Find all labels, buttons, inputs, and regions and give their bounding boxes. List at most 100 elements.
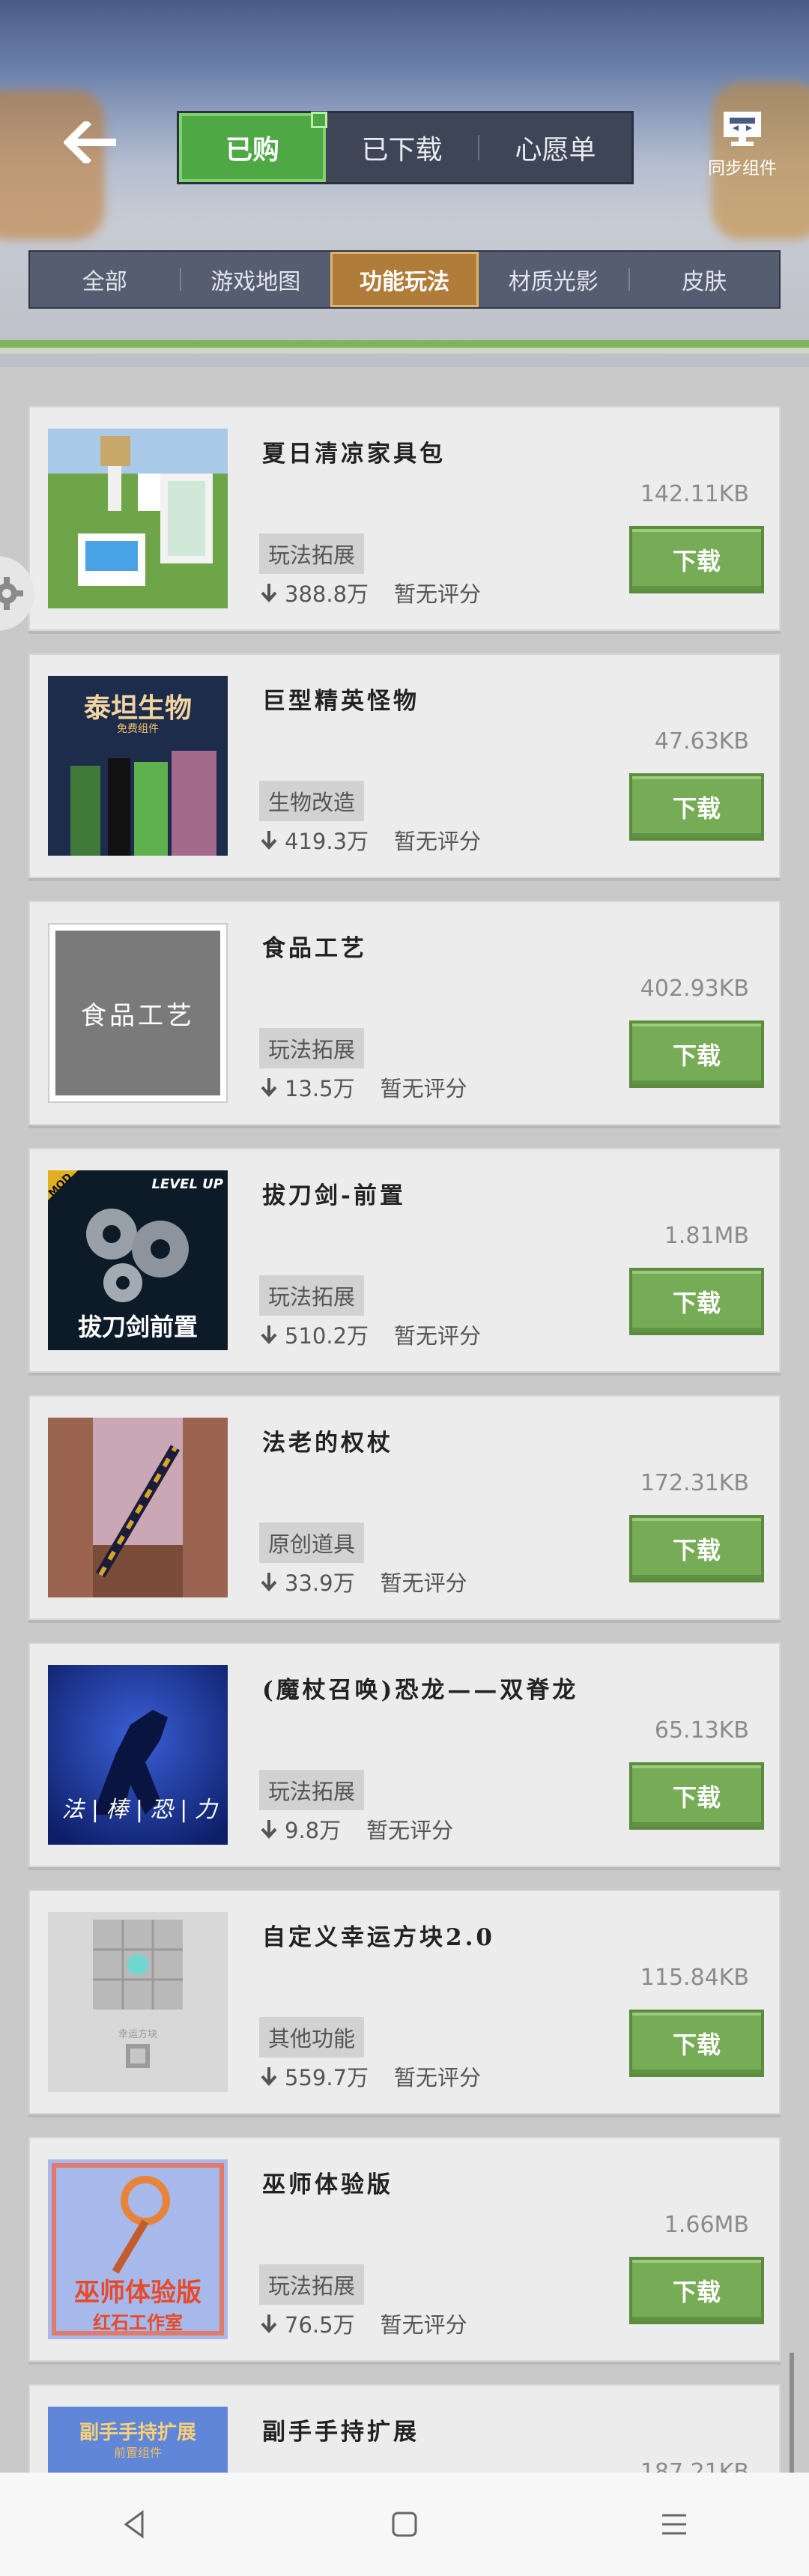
item-downloads: 13.5万 bbox=[285, 1076, 355, 1101]
download-button[interactable]: 下载 bbox=[629, 1021, 764, 1088]
item-title[interactable]: 法老的权杖 bbox=[262, 1424, 393, 1457]
tab-purchased-label: 已购 bbox=[225, 135, 279, 166]
item-rating: 暂无评分 bbox=[380, 1570, 467, 1596]
download-count-icon bbox=[261, 2067, 277, 2086]
item-downloads: 33.9万 bbox=[285, 1570, 355, 1596]
header-divider-shadow bbox=[0, 348, 809, 354]
item-thumbnail: 法 | 棒 | 恐 | 力 bbox=[48, 1665, 228, 1845]
item-size: 65.13KB bbox=[654, 1717, 749, 1744]
item-category-tag: 其他功能 bbox=[259, 2017, 365, 2058]
item-category-tag: 玩法拓展 bbox=[259, 1275, 365, 1316]
item-rating: 暂无评分 bbox=[380, 1076, 467, 1101]
item-rating: 暂无评分 bbox=[394, 1323, 482, 1349]
download-button[interactable]: 下载 bbox=[629, 1268, 764, 1335]
item-downloads: 9.8万 bbox=[285, 1818, 342, 1843]
nav-home-button[interactable] bbox=[360, 2487, 449, 2562]
thumbnail-title-text: 法 | 棒 | 恐 | 力 bbox=[61, 1797, 217, 1823]
list-item[interactable]: 幸运方块 自定义幸运方块2.0 115.84KB 其他功能 559.7万 暂无评… bbox=[28, 1890, 781, 2114]
back-button[interactable] bbox=[54, 112, 126, 172]
item-size: 115.84KB bbox=[640, 1965, 749, 1991]
item-thumbnail: 泰坦生物 免费组件 bbox=[48, 676, 228, 856]
item-size: 1.81MB bbox=[664, 1223, 749, 1249]
item-thumbnail: MOD LEVEL UP 拔刀剑前置 bbox=[48, 1170, 228, 1350]
header-banner: 已购 已下载 心愿单 同步组件 全部 游戏地图 功能玩法 材质光影 皮肤 bbox=[0, 0, 809, 367]
thumbnail-title-text: 副手手持扩展 bbox=[79, 2422, 196, 2444]
item-title[interactable]: 夏日清凉家具包 bbox=[262, 435, 446, 468]
item-downloads: 388.8万 bbox=[285, 581, 369, 607]
item-title[interactable]: 巫师体验版 bbox=[262, 2165, 393, 2199]
download-count-icon bbox=[261, 831, 277, 850]
furniture-thumbnail-image bbox=[48, 429, 228, 608]
nav-back-button[interactable] bbox=[90, 2487, 180, 2562]
download-button[interactable]: 下载 bbox=[629, 2257, 764, 2324]
list-item[interactable]: 法老的权杖 172.31KB 原创道具 33.9万 暂无评分 下载 bbox=[28, 1395, 781, 1620]
list-item[interactable]: 泰坦生物 免费组件 巨型精英怪物 47.63KB 生物改造 419.3万 暂无评… bbox=[28, 653, 781, 878]
item-category-tag: 原创道具 bbox=[259, 1523, 365, 1563]
pharaoh-scepter-thumbnail-image bbox=[48, 1418, 228, 1597]
tab-textures[interactable]: 材质光影 bbox=[479, 252, 628, 307]
download-button[interactable]: 下载 bbox=[629, 526, 764, 593]
tab-gameplay[interactable]: 功能玩法 bbox=[330, 252, 479, 307]
top-tab-bar: 已购 已下载 心愿单 bbox=[177, 111, 634, 184]
category-tab-bar: 全部 游戏地图 功能玩法 材质光影 皮肤 bbox=[28, 250, 781, 309]
download-button[interactable]: 下载 bbox=[629, 773, 764, 841]
tab-corner-decoration bbox=[311, 112, 327, 128]
thumbnail-caption-text: 幸运方块 bbox=[118, 2029, 157, 2040]
list-item[interactable]: 法 | 棒 | 恐 | 力 (魔杖召唤)恐龙——双脊龙 65.13KB 玩法拓展… bbox=[28, 1642, 781, 1867]
tab-wishlist[interactable]: 心愿单 bbox=[479, 113, 631, 182]
download-count-icon bbox=[261, 1078, 277, 1097]
item-size: 47.63KB bbox=[654, 728, 749, 755]
thumbnail-title-text: 巫师体验版 bbox=[74, 2278, 202, 2308]
item-title[interactable]: 食品工艺 bbox=[262, 929, 367, 963]
download-count-icon bbox=[261, 1325, 277, 1344]
square-home-icon bbox=[392, 2512, 417, 2537]
tab-textures-label: 材质光影 bbox=[508, 269, 599, 295]
lucky-block-thumbnail-image bbox=[48, 1912, 228, 2092]
list-item[interactable]: 巫师体验版 红石工作室 巫师体验版 1.66MB 玩法拓展 76.5万 暂无评分… bbox=[28, 2137, 781, 2362]
item-rating: 暂无评分 bbox=[394, 2065, 482, 2090]
download-count-icon bbox=[261, 1820, 277, 1839]
item-downloads: 76.5万 bbox=[285, 2312, 355, 2338]
item-title[interactable]: 拔刀剑-前置 bbox=[262, 1176, 406, 1210]
item-thumbnail: 幸运方块 bbox=[48, 1912, 228, 2092]
item-size: 402.93KB bbox=[640, 976, 749, 1002]
download-button[interactable]: 下载 bbox=[629, 2010, 764, 2077]
list-item[interactable]: MOD LEVEL UP 拔刀剑前置 拔刀剑-前置 1.81MB 玩法拓展 51… bbox=[28, 1148, 781, 1373]
header-divider bbox=[0, 340, 809, 348]
item-meta: 76.5万 暂无评分 bbox=[259, 2308, 467, 2339]
item-title[interactable]: 副手手持扩展 bbox=[262, 2413, 419, 2446]
item-category-tag: 玩法拓展 bbox=[259, 533, 365, 574]
item-thumbnail bbox=[48, 1418, 228, 1597]
item-title[interactable]: 自定义幸运方块2.0 bbox=[262, 1918, 495, 1952]
nav-menu-button[interactable] bbox=[629, 2487, 719, 2562]
item-category-tag: 玩法拓展 bbox=[259, 2264, 365, 2305]
thumbnail-subtitle-text: 免费组件 bbox=[117, 723, 159, 735]
sync-components-button[interactable]: 同步组件 bbox=[694, 103, 791, 186]
download-button[interactable]: 下载 bbox=[629, 1515, 764, 1582]
item-size: 142.11KB bbox=[640, 481, 749, 507]
item-rating: 暂无评分 bbox=[394, 581, 482, 607]
tab-all[interactable]: 全部 bbox=[30, 252, 180, 307]
item-downloads: 419.3万 bbox=[285, 829, 369, 854]
item-thumbnail bbox=[48, 429, 228, 608]
item-meta: 388.8万 暂无评分 bbox=[259, 577, 481, 608]
item-downloads: 510.2万 bbox=[285, 1323, 369, 1349]
tab-wishlist-label: 心愿单 bbox=[515, 135, 596, 166]
download-button[interactable]: 下载 bbox=[629, 1762, 764, 1830]
item-size: 172.31KB bbox=[640, 1470, 749, 1496]
item-category-tag: 生物改造 bbox=[259, 781, 365, 821]
thumbnail-title-text: 泰坦生物 bbox=[83, 693, 192, 724]
thumbnail-placeholder: 食品工艺 bbox=[55, 931, 220, 1095]
tab-skins[interactable]: 皮肤 bbox=[630, 252, 780, 307]
scrollbar[interactable] bbox=[790, 2353, 794, 2488]
tab-purchased[interactable]: 已购 bbox=[179, 112, 327, 182]
item-title[interactable]: (魔杖召唤)恐龙——双脊龙 bbox=[262, 1671, 578, 1705]
system-nav-bar bbox=[0, 2473, 809, 2576]
list-item[interactable]: 夏日清凉家具包 142.11KB 玩法拓展 388.8万 暂无评分 下载 bbox=[28, 406, 781, 631]
tab-all-label: 全部 bbox=[82, 269, 127, 295]
tab-downloaded[interactable]: 已下载 bbox=[326, 113, 478, 182]
tab-game-maps[interactable]: 游戏地图 bbox=[181, 252, 331, 307]
list-item[interactable]: 食品工艺 食品工艺 402.93KB 玩法拓展 13.5万 暂无评分 下载 bbox=[28, 901, 781, 1125]
item-size: 1.66MB bbox=[664, 2212, 749, 2238]
item-title[interactable]: 巨型精英怪物 bbox=[262, 682, 419, 716]
